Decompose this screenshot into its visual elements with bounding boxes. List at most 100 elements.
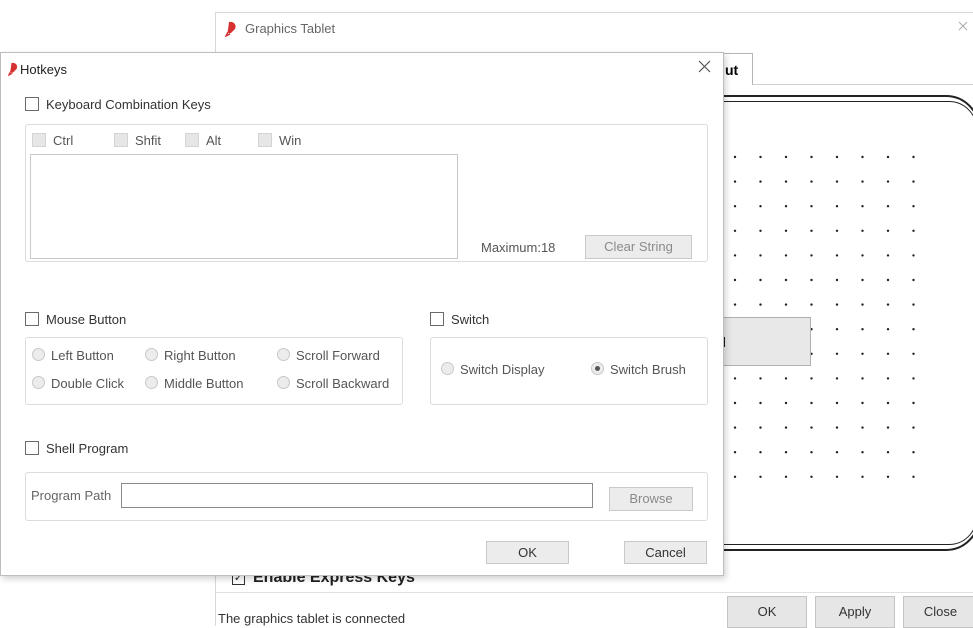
grid-dot (835, 401, 839, 405)
grid-dot (784, 278, 788, 282)
grid-dot (912, 205, 915, 208)
alt-checkbox[interactable] (185, 133, 199, 147)
mouse-button-checkbox[interactable] (25, 312, 39, 326)
grid-dot (759, 155, 762, 159)
scroll-backward-radio[interactable] (277, 376, 290, 389)
grid-dot (810, 254, 813, 257)
grid-dot (759, 180, 762, 183)
scroll-forward-label: Scroll Forward (296, 348, 380, 363)
grid-dot (835, 328, 839, 331)
dialog-close-icon[interactable] (698, 57, 711, 78)
program-path-input[interactable] (121, 483, 593, 508)
tab-layout[interactable]: ut (720, 53, 753, 85)
grid-dot (733, 426, 737, 429)
shell-program-label: Shell Program (46, 441, 129, 456)
dialog-ok-button[interactable]: OK (486, 541, 569, 564)
grid-dot (886, 451, 890, 454)
grid-dot (835, 451, 839, 454)
switch-brush-label: Switch Brush (610, 362, 686, 377)
shift-label: Shfit (135, 133, 162, 148)
grid-dot (759, 303, 762, 306)
grid-dot (810, 377, 813, 380)
grid-dot (759, 426, 762, 429)
grid-dot (861, 377, 864, 380)
key-string-textarea[interactable] (30, 154, 458, 259)
grid-dot (784, 205, 788, 208)
keyboard-combination-label: Keyboard Combination Keys (46, 97, 211, 112)
grid-dot (912, 180, 915, 183)
grid-dot (861, 180, 864, 183)
shift-checkbox[interactable] (114, 133, 128, 147)
double-click-radio[interactable] (32, 376, 45, 389)
grid-dot (835, 475, 839, 478)
grid-dot (912, 451, 915, 454)
right-button-radio[interactable] (145, 348, 158, 361)
grid-dot (733, 303, 737, 306)
grid-dot (835, 180, 839, 183)
main-window-close-icon[interactable] (958, 18, 968, 34)
main-ok-button[interactable]: OK (727, 596, 807, 628)
scroll-forward-radio[interactable] (277, 348, 290, 361)
dialog-title: Hotkeys (20, 62, 67, 77)
grid-dot (784, 303, 788, 306)
ctrl-checkbox[interactable] (32, 133, 46, 147)
grid-dot (912, 278, 915, 282)
program-path-label: Program Path (31, 488, 112, 503)
main-window-title: Graphics Tablet (245, 21, 336, 36)
keyboard-combination-checkbox[interactable] (25, 97, 39, 111)
grid-dot (886, 205, 890, 208)
alt-label: Alt (206, 133, 222, 148)
grid-dot (861, 451, 864, 454)
grid-dot (835, 377, 839, 380)
grid-dot (759, 475, 762, 478)
grid-dot (912, 254, 915, 257)
grid-dot (810, 475, 813, 478)
grid-dot (733, 475, 737, 478)
grid-dot (810, 451, 813, 454)
switch-display-radio[interactable] (441, 362, 454, 375)
grid-dot (886, 229, 890, 232)
grid-dot (733, 229, 737, 232)
grid-dot (861, 475, 864, 478)
grid-dot (810, 155, 813, 159)
tablet-mapping-box[interactable] (718, 317, 811, 366)
ctrl-label: Ctrl (53, 133, 74, 148)
grid-dot (835, 278, 839, 282)
win-label: Win (279, 133, 302, 148)
grid-dot (861, 426, 864, 429)
grid-dot (784, 401, 788, 405)
shell-program-checkbox[interactable] (25, 441, 39, 455)
grid-dot (784, 229, 788, 232)
win-checkbox[interactable] (258, 133, 272, 147)
apply-button[interactable]: Apply (815, 596, 895, 628)
tab-divider (753, 84, 973, 85)
left-button-radio[interactable] (32, 348, 45, 361)
grid-dot (912, 401, 915, 405)
grid-dot (835, 426, 839, 429)
middle-button-radio[interactable] (145, 376, 158, 389)
grid-dot (886, 180, 890, 183)
app-logo-icon (7, 62, 20, 79)
clear-string-button[interactable]: Clear String (585, 235, 692, 259)
grid-dot (784, 451, 788, 454)
browse-button[interactable]: Browse (609, 487, 693, 511)
grid-dot (784, 155, 788, 159)
grid-dot (784, 475, 788, 478)
grid-dot (810, 278, 813, 282)
grid-dot (810, 401, 813, 405)
grid-dot (835, 254, 839, 257)
grid-dot (759, 451, 762, 454)
grid-dot (835, 303, 839, 306)
grid-dot (759, 278, 762, 282)
grid-dot (886, 352, 890, 355)
grid-dot (861, 254, 864, 257)
right-button-label: Right Button (164, 348, 236, 363)
switch-checkbox[interactable] (430, 312, 444, 326)
grid-dot (886, 475, 890, 478)
close-button[interactable]: Close (903, 596, 973, 628)
switch-brush-radio[interactable] (591, 362, 604, 375)
grid-dot (886, 155, 890, 159)
dialog-cancel-button[interactable]: Cancel (624, 541, 707, 564)
left-button-label: Left Button (51, 348, 114, 363)
grid-dot (835, 229, 839, 232)
